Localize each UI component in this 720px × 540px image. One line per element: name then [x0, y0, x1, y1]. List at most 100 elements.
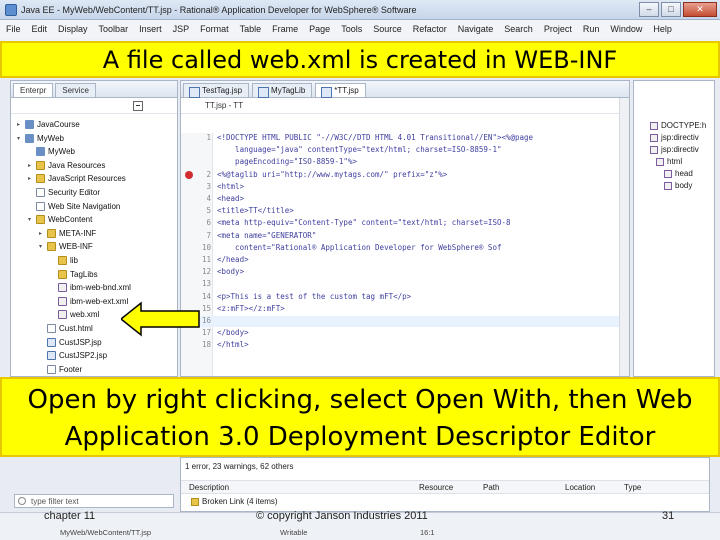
code-line[interactable]: 14 <p>This is a test of the custom tag mF…: [181, 292, 629, 303]
tree-item[interactable]: ▸ JavaCourse: [17, 118, 80, 131]
column-path[interactable]: Path: [483, 483, 499, 492]
code-text: content="Rational® Application Developer…: [217, 242, 502, 252]
outline-item[interactable]: jsp:directiv: [650, 145, 699, 154]
menu-navigate[interactable]: Navigate: [458, 24, 494, 34]
file-icon: [36, 201, 45, 211]
outline-item[interactable]: jsp:directiv: [650, 133, 699, 142]
menu-insert[interactable]: Insert: [139, 24, 162, 34]
tree-item[interactable]: ▸ Java Resources: [28, 159, 105, 172]
outline-item[interactable]: DOCTYPE:h: [650, 121, 706, 130]
minimize-button[interactable]: –: [639, 2, 659, 17]
code-line[interactable]: 1 <!DOCTYPE HTML PUBLIC "-//W3C//DTD HTML…: [181, 133, 629, 144]
menu-source[interactable]: Source: [373, 24, 402, 34]
tab-enterprise-explorer[interactable]: Enterpr: [13, 83, 54, 97]
menu-display[interactable]: Display: [58, 24, 88, 34]
menu-help[interactable]: Help: [653, 24, 672, 34]
tree-item[interactable]: ▸ JavaScript Resources: [28, 172, 126, 185]
code-line[interactable]: 4 <head>: [181, 194, 629, 205]
tree-item-label: CustJSP.jsp: [59, 337, 102, 347]
code-line[interactable]: 11 </head>: [181, 255, 629, 266]
error-marker-icon[interactable]: [185, 170, 193, 179]
code-line[interactable]: 6 <meta http-equiv="Content-Type" content…: [181, 218, 629, 229]
tree-item[interactable]: TagLibs: [50, 268, 98, 281]
menu-tools[interactable]: Tools: [341, 24, 362, 34]
tab-testtag-jsp[interactable]: TestTag.jsp: [183, 83, 250, 98]
tab-mytaglib[interactable]: MyTagLib: [252, 83, 313, 98]
code-line[interactable]: 2 <%@taglib uri="http://www.mytags.com/" …: [181, 170, 629, 181]
breadcrumb[interactable]: TT.jsp - TT: [181, 98, 629, 114]
twisty-icon[interactable]: ▾: [39, 243, 46, 250]
collapse-all-icon[interactable]: [133, 101, 143, 111]
twisty-icon[interactable]: ▾: [17, 135, 24, 142]
jsp-file-icon: [47, 337, 56, 347]
menu-search[interactable]: Search: [504, 24, 533, 34]
tree-item[interactable]: ibm-web-ext.xml: [50, 295, 128, 308]
tree-item[interactable]: Web Site Navigation: [28, 200, 120, 213]
tab-services[interactable]: Service: [55, 83, 96, 97]
tree-item[interactable]: Security Editor: [28, 186, 100, 199]
code-text: <meta name="GENERATOR": [217, 230, 317, 240]
code-line[interactable]: 7 <meta name="GENERATOR": [181, 231, 629, 242]
column-location[interactable]: Location: [565, 483, 595, 492]
code-line[interactable]: 12 <body>: [181, 267, 629, 278]
tree-item[interactable]: Cust.html: [39, 322, 93, 335]
menu-jsp[interactable]: JSP: [173, 24, 190, 34]
outline-item[interactable]: html: [656, 157, 682, 166]
menu-edit[interactable]: Edit: [32, 24, 48, 34]
tab-tt-jsp[interactable]: *TT.jsp: [315, 83, 366, 98]
code-line[interactable]: 10 content="Rational® Application Develo…: [181, 243, 629, 254]
menu-format[interactable]: Format: [200, 24, 229, 34]
twisty-icon[interactable]: ▸: [17, 121, 24, 128]
column-description[interactable]: Description: [189, 483, 229, 492]
tree-item[interactable]: MyWeb: [28, 145, 75, 158]
outline-item[interactable]: head: [664, 169, 693, 178]
tree-item-label: Web Site Navigation: [48, 201, 121, 211]
code-line[interactable]: language="java" contentType="text/html; …: [181, 145, 629, 156]
code-line[interactable]: 3 <html>: [181, 182, 629, 193]
tree-item[interactable]: CustJSP.jsp: [39, 336, 102, 349]
code-line[interactable]: 17 </body>: [181, 328, 629, 339]
tree-item[interactable]: ▾ MyWeb: [17, 132, 64, 145]
tree-item[interactable]: ▾ WEB-INF: [39, 240, 93, 253]
tree-item-label: ibm-web-bnd.xml: [70, 283, 131, 293]
vertical-scrollbar[interactable]: [619, 98, 629, 376]
outline-item-label: jsp:directiv: [661, 145, 699, 154]
twisty-icon[interactable]: ▸: [28, 162, 35, 169]
code-line[interactable]: 16: [181, 316, 629, 327]
tree-item[interactable]: ▸ META-INF: [39, 227, 96, 240]
code-line[interactable]: 18 </html>: [181, 340, 629, 351]
menu-page[interactable]: Page: [309, 24, 330, 34]
filter-input[interactable]: type filter text: [14, 494, 174, 508]
footer-chapter: chapter 11: [44, 510, 96, 522]
tree-item[interactable]: web.xml: [50, 308, 99, 321]
menu-table[interactable]: Table: [240, 24, 262, 34]
column-resource[interactable]: Resource: [419, 483, 453, 492]
maximize-button[interactable]: □: [661, 2, 681, 17]
code-line[interactable]: 15 <z:mFT></z:mFT>: [181, 304, 629, 315]
tree-item[interactable]: Footer: [39, 363, 82, 376]
menu-run[interactable]: Run: [583, 24, 600, 34]
twisty-icon[interactable]: ▸: [39, 230, 46, 237]
tree-item[interactable]: lib: [50, 254, 78, 267]
menu-frame[interactable]: Frame: [272, 24, 298, 34]
code-text: </body>: [217, 328, 249, 338]
menu-project[interactable]: Project: [544, 24, 572, 34]
twisty-icon[interactable]: ▸: [28, 175, 35, 182]
code-line[interactable]: 13: [181, 279, 629, 290]
title-bar: Java EE - MyWeb/WebContent/TT.jsp - Rati…: [0, 0, 720, 20]
banner-bottom: Open by right clicking, select Open With…: [0, 377, 720, 457]
code-line[interactable]: pageEncoding="ISO-8859-1"%>: [181, 157, 629, 168]
outline-item[interactable]: body: [664, 181, 692, 190]
menu-file[interactable]: File: [6, 24, 21, 34]
tree-item[interactable]: ▾ WebContent: [28, 213, 92, 226]
tree-item[interactable]: CustJSP2.jsp: [39, 349, 107, 362]
twisty-icon[interactable]: ▾: [28, 216, 35, 223]
problem-row[interactable]: Broken Link (4 items): [191, 497, 278, 506]
menu-toolbar[interactable]: Toolbar: [99, 24, 129, 34]
code-line[interactable]: 5 <title>TT</title>: [181, 206, 629, 217]
column-type[interactable]: Type: [624, 483, 641, 492]
menu-window[interactable]: Window: [610, 24, 642, 34]
menu-refactor[interactable]: Refactor: [413, 24, 447, 34]
close-button[interactable]: ✕: [683, 2, 717, 17]
tree-item[interactable]: ibm-web-bnd.xml: [50, 281, 131, 294]
